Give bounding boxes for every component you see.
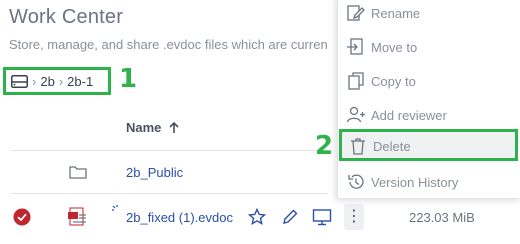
- move-to-icon: [347, 38, 363, 55]
- menu-item-label: Move to: [371, 39, 418, 55]
- menu-item-move-to[interactable]: Move to: [338, 32, 520, 62]
- callout-label: 1: [119, 64, 138, 94]
- context-menu: Rename Move to Copy to Add reviewer Vers…: [337, 0, 520, 199]
- menu-item-label: Rename: [371, 5, 421, 21]
- table-row[interactable]: 2b_fixed (1).evdoc ⋮ 223.03 MiB: [0, 198, 520, 242]
- page-subtitle: Store, manage, and share .evdoc files wh…: [9, 37, 328, 52]
- menu-item-version-history[interactable]: Version History: [338, 167, 520, 197]
- breadcrumb-item[interactable]: 2b: [40, 74, 54, 89]
- edit-icon[interactable]: [281, 208, 299, 226]
- menu-item-label: Version History: [371, 174, 459, 190]
- copy-icon: [348, 72, 364, 90]
- table-row[interactable]: 2b_Public: [0, 152, 330, 192]
- menu-item-label: Delete: [373, 138, 411, 154]
- history-icon: [348, 174, 364, 189]
- drive-icon[interactable]: [11, 74, 28, 88]
- file-size: 223.03 MiB: [409, 210, 475, 225]
- file-name-link[interactable]: 2b_Public: [126, 165, 183, 180]
- breadcrumb-item-current: 2b-1: [67, 73, 94, 89]
- loading-icon: [112, 205, 118, 211]
- row-divider: [10, 193, 328, 194]
- row-divider: [10, 150, 328, 151]
- menu-item-delete-content: Delete: [340, 131, 519, 161]
- monitor-icon[interactable]: [312, 208, 332, 226]
- breadcrumb: › 2b › 2b-1: [3, 67, 111, 95]
- folder-icon: [69, 166, 87, 179]
- menu-item-rename[interactable]: Rename: [338, 0, 520, 28]
- rename-icon: [347, 5, 365, 21]
- menu-item-label: Copy to: [371, 73, 416, 89]
- page-title: Work Center: [9, 6, 124, 28]
- chevron-right-icon: ›: [58, 73, 64, 89]
- arrow-up-icon: [169, 121, 179, 133]
- column-header-name[interactable]: Name: [126, 120, 179, 135]
- more-options-icon[interactable]: ⋮: [344, 204, 364, 230]
- menu-item-delete[interactable]: Delete: [339, 129, 518, 161]
- menu-item-add-reviewer[interactable]: Add reviewer: [338, 100, 520, 130]
- file-name-link[interactable]: 2b_fixed (1).evdoc: [126, 210, 233, 225]
- trash-icon: [351, 138, 365, 155]
- add-reviewer-icon: [346, 106, 365, 123]
- evdoc-file-icon: [68, 207, 86, 226]
- menu-item-label: Add reviewer: [371, 107, 447, 123]
- column-header-label: Name: [126, 120, 162, 135]
- chevron-right-icon: ›: [32, 73, 37, 89]
- callout-label: 2: [315, 131, 334, 161]
- star-icon[interactable]: [248, 208, 266, 226]
- checked-icon[interactable]: [13, 208, 31, 226]
- menu-item-copy-to[interactable]: Copy to: [338, 66, 520, 96]
